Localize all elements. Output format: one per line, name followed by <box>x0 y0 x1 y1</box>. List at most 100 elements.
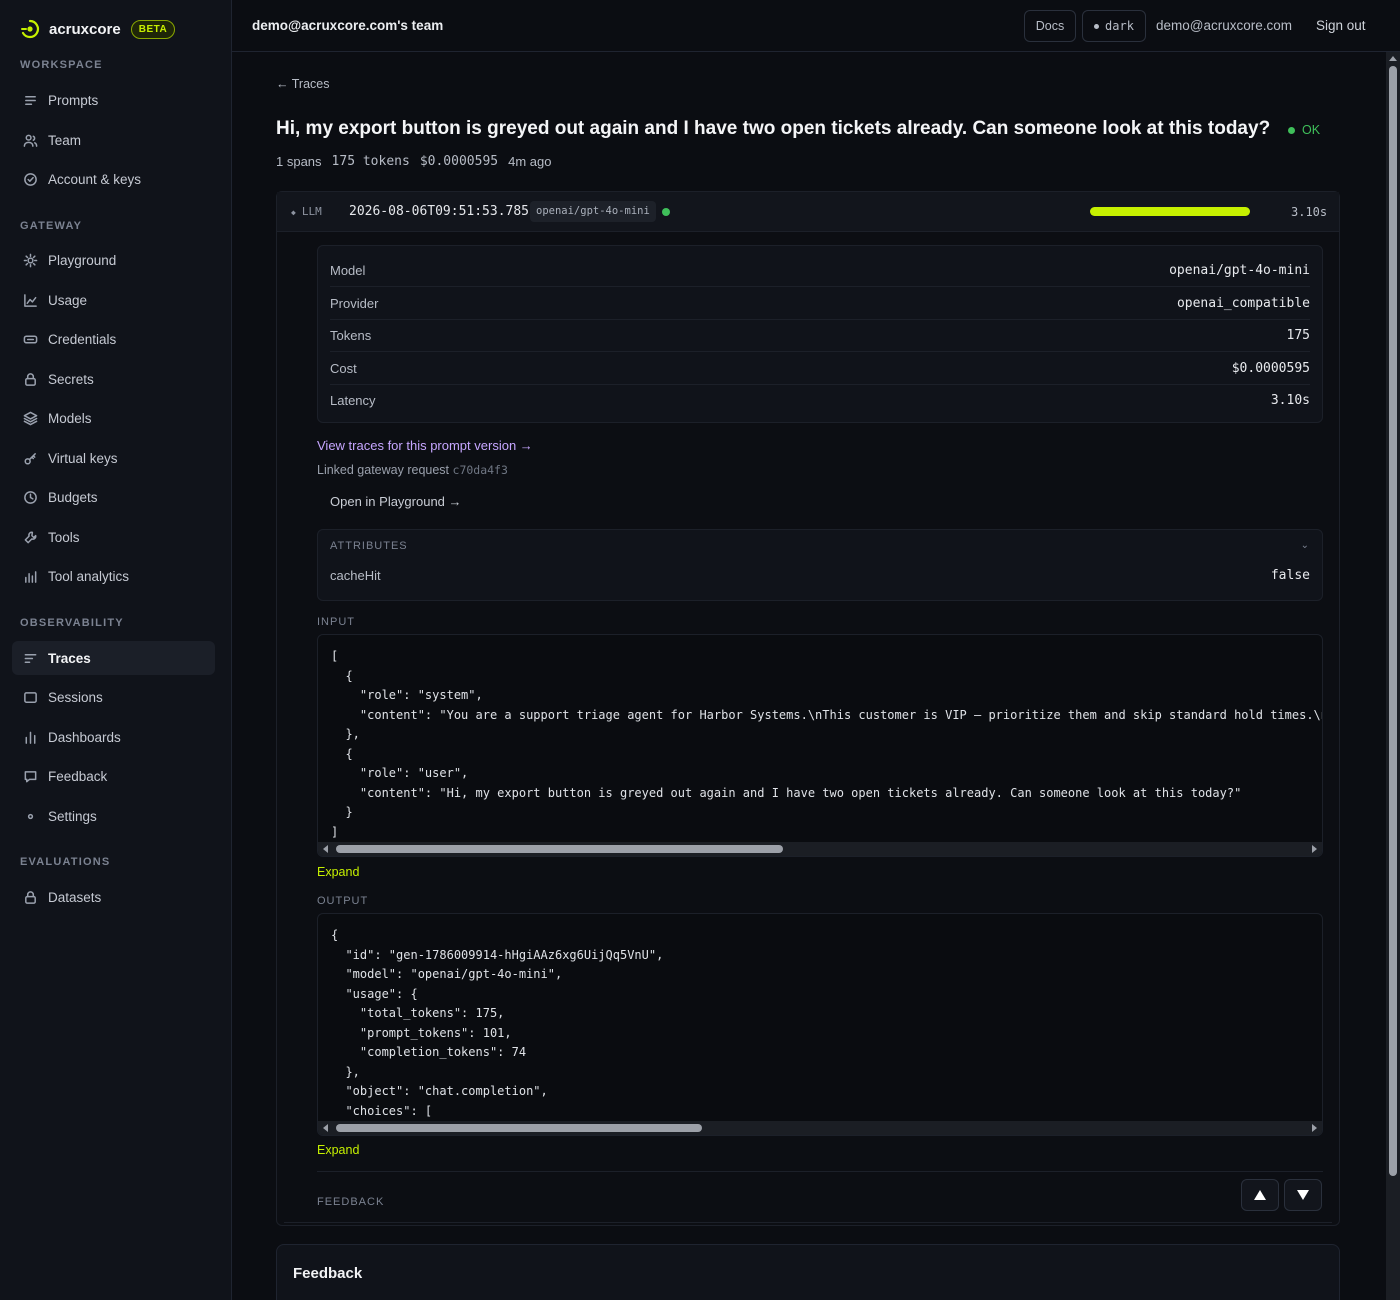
detail-row-tokens: Tokens 175 <box>330 319 1310 352</box>
team-name[interactable]: demo@acruxcore.com's team <box>252 18 443 33</box>
vertical-scrollbar[interactable] <box>1386 52 1400 1300</box>
tool-analytics-icon <box>22 568 38 584</box>
trace-cost: $0.0000595 <box>419 154 499 169</box>
linked-request-label: Linked gateway request <box>317 463 450 477</box>
span-header[interactable]: ◆ LLM 2026-08-06T09:51:53.785Z openai/gpt… <box>277 192 1339 232</box>
attribute-key: cacheHit <box>330 568 381 583</box>
span-status-dot-icon <box>662 208 670 216</box>
input-horizontal-scrollbar[interactable] <box>318 842 1322 856</box>
output-expand-button[interactable]: Expand <box>317 1143 359 1157</box>
scroll-left-icon[interactable] <box>323 845 328 853</box>
sidebar-item-label: Team <box>48 132 82 148</box>
input-expand-button[interactable]: Expand <box>317 865 359 879</box>
vertical-scroll-thumb[interactable] <box>1389 66 1397 1176</box>
sidebar-item-label: Settings <box>48 808 97 824</box>
acruxcore-logo-icon <box>20 19 40 39</box>
attributes-header[interactable]: ATTRIBUTES ⌄ <box>330 540 1310 554</box>
detail-key: Provider <box>330 295 379 311</box>
detail-value: openai_compatible <box>1176 295 1310 311</box>
datasets-icon <box>22 889 38 905</box>
sidebar-item-sessions[interactable]: Sessions <box>12 680 215 714</box>
detail-value: $0.0000595 <box>1231 360 1310 376</box>
theme-toggle-label: dark <box>1105 19 1134 33</box>
sidebar-item-label: Tools <box>48 529 80 545</box>
sidebar-item-label: Dashboards <box>48 729 121 745</box>
credentials-icon <box>22 331 38 347</box>
sidebar-item-budgets[interactable]: Budgets <box>12 480 215 514</box>
sidebar-item-label: Credentials <box>48 331 117 347</box>
sidebar-item-dashboards[interactable]: Dashboards <box>12 720 215 754</box>
trace-meta: 1 spans 175 tokens $0.0000595 4m ago <box>276 154 551 169</box>
sidebar-item-label: Sessions <box>48 689 103 705</box>
scroll-up-icon[interactable] <box>1389 56 1397 61</box>
sidebar-item-models[interactable]: Models <box>12 401 215 435</box>
sidebar-item-datasets[interactable]: Datasets <box>12 880 215 914</box>
account-and-keys-icon <box>22 171 38 187</box>
status-dot-icon <box>1288 126 1295 134</box>
divider <box>317 1171 1323 1172</box>
budgets-icon <box>22 489 38 505</box>
sidebar-item-credentials[interactable]: Credentials <box>12 322 215 356</box>
output-scroll-thumb[interactable] <box>336 1124 702 1132</box>
settings-icon <box>22 808 38 824</box>
sidebar-item-playground[interactable]: Playground <box>12 243 215 277</box>
open-in-playground-button[interactable]: Open in Playground → <box>330 494 462 509</box>
back-to-traces-link[interactable]: ← Traces <box>276 77 330 91</box>
scroll-left-icon[interactable] <box>323 1124 328 1132</box>
output-horizontal-scrollbar[interactable] <box>318 1121 1322 1135</box>
scroll-right-icon[interactable] <box>1312 845 1317 853</box>
feedback-icon <box>22 768 38 784</box>
brand[interactable]: acruxcore BETA <box>0 0 231 58</box>
sidebar-item-prompts[interactable]: Prompts <box>12 83 215 117</box>
brand-name: acruxcore <box>49 20 121 38</box>
detail-key: Model <box>330 262 366 278</box>
chevron-down-icon[interactable]: ⌄ <box>1301 540 1310 551</box>
sidebar-item-tools[interactable]: Tools <box>12 520 215 554</box>
sidebar: acruxcore BETA WORKSPACE Prompts Team Accou… <box>0 0 232 1300</box>
sidebar-item-account-and-keys[interactable]: Account & keys <box>12 162 215 196</box>
top-bar: demo@acruxcore.com's team Docs dark demo… <box>232 0 1400 52</box>
usage-icon <box>22 292 38 308</box>
sidebar-item-label: Datasets <box>48 889 102 905</box>
sidebar-item-secrets[interactable]: Secrets <box>12 362 215 396</box>
detail-row-model: Model openai/gpt-4o-mini <box>330 254 1310 287</box>
thumbs-up-button[interactable] <box>1241 1179 1279 1211</box>
sidebar-item-tool-analytics[interactable]: Tool analytics <box>12 559 215 593</box>
triangle-down-icon <box>1297 1190 1309 1200</box>
status-badge: OK <box>1288 123 1320 137</box>
playground-icon <box>22 252 38 268</box>
sidebar-item-virtual-keys[interactable]: Virtual keys <box>12 441 215 475</box>
sidebar-item-feedback[interactable]: Feedback <box>12 759 215 793</box>
docs-button[interactable]: Docs <box>1024 10 1076 42</box>
sidebar-item-settings[interactable]: Settings <box>12 799 215 833</box>
sidebar-item-label: Models <box>48 410 92 426</box>
detail-value: 175 <box>1286 327 1310 343</box>
output-code-block[interactable]: { "id": "gen-1786009914-hHgiAAz6xg6UijQq… <box>317 913 1323 1136</box>
sidebar-item-team[interactable]: Team <box>12 123 215 157</box>
theme-toggle-button[interactable]: dark <box>1082 10 1146 42</box>
attributes-label: ATTRIBUTES <box>330 540 408 552</box>
feedback-card: Feedback <box>276 1244 1340 1300</box>
thumbs-down-button[interactable] <box>1284 1179 1322 1211</box>
input-scroll-thumb[interactable] <box>336 845 783 853</box>
sidebar-item-label: Account & keys <box>48 171 142 187</box>
user-email: demo@acruxcore.com <box>1156 18 1293 33</box>
detail-value: 3.10s <box>1270 393 1310 408</box>
detail-key: Cost <box>330 360 357 376</box>
input-label: INPUT <box>317 616 355 628</box>
linked-request-id[interactable]: c70da4f3 <box>453 463 508 477</box>
sidebar-item-usage[interactable]: Usage <box>12 283 215 317</box>
output-label: OUTPUT <box>317 895 369 907</box>
token-count: 175 tokens <box>331 154 410 169</box>
scroll-right-icon[interactable] <box>1312 1124 1317 1132</box>
attribute-value: false <box>1270 568 1310 583</box>
sidebar-item-traces[interactable]: Traces <box>12 641 215 675</box>
sign-out-button[interactable]: Sign out <box>1316 18 1366 33</box>
span-timestamp: 2026-08-06T09:51:53.785Z <box>349 204 537 219</box>
view-traces-prompt-version-link[interactable]: View traces for this prompt version → <box>317 438 533 453</box>
main-content: ← Traces Hi, my export button is greyed … <box>232 52 1386 1300</box>
beta-badge: BETA <box>130 19 176 39</box>
span-card: ◆ LLM 2026-08-06T09:51:53.785Z openai/gpt… <box>276 191 1340 1226</box>
span-model-chip: openai/gpt-4o-mini <box>530 201 656 222</box>
input-code-block[interactable]: [ { "role": "system", "content": "You ar… <box>317 634 1323 857</box>
